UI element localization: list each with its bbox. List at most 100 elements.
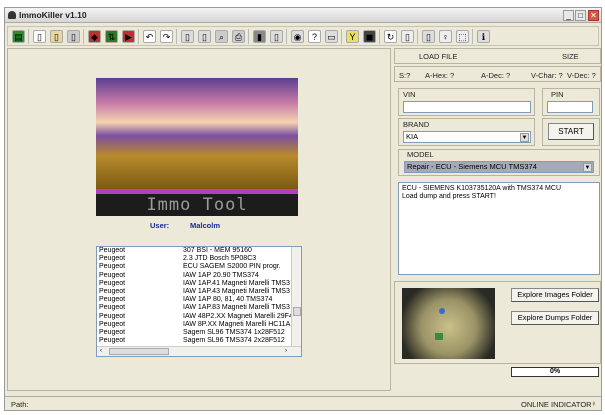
list-model: IAW 8P.XX Magneti Marelli HC11A [183, 320, 291, 328]
ecu-chip [435, 333, 443, 340]
list-model: IAW 1AP.43 Magneti Marelli TMS3 [183, 287, 290, 295]
scroll-left-icon[interactable]: ‹ [100, 347, 102, 356]
list-item[interactable]: Peugeot Sagem SL96 TMS374 2x28F512 [97, 337, 301, 345]
toolbar-separator [28, 29, 29, 44]
window-title: ImmoKiller v1.10 [19, 10, 87, 20]
s-value: S:? [399, 71, 411, 80]
refresh-icon[interactable]: ↻ [384, 30, 397, 43]
vin-input[interactable] [403, 101, 531, 113]
explore-images-button[interactable]: Explore Images Folder [511, 288, 599, 302]
start-button[interactable]: START [548, 123, 594, 140]
maximize-button[interactable]: □ [575, 10, 586, 21]
info-icon[interactable]: ℹ [477, 30, 490, 43]
list-brand: Peugeot [99, 328, 126, 336]
list-item[interactable]: Peugeot IAW 1AP 20.90 TMS374 [97, 272, 301, 280]
write-icon[interactable]: ▶ [122, 30, 135, 43]
list-model: IAW 1AP.83 Magneti Marelli TMS3 [183, 304, 290, 312]
list-item[interactable]: Peugeot IAW 8P.XX Magneti Marelli HC11A [97, 321, 301, 329]
toolbar-separator [138, 29, 139, 44]
pin-icon[interactable]: ♀ [439, 30, 452, 43]
page-icon[interactable]: ▯ [422, 30, 435, 43]
close-button[interactable]: ✕ [588, 10, 599, 21]
chip-icon[interactable]: ◼ [363, 30, 376, 43]
copy-icon[interactable]: ▯ [181, 30, 194, 43]
list-model: 307 BSI - MEM 95160 [183, 247, 252, 254]
find-icon[interactable]: ⌕ [215, 30, 228, 43]
start-group: START [542, 118, 600, 146]
scroll-thumb[interactable] [293, 307, 301, 316]
v-char-value: V-Char: ? [531, 71, 563, 80]
app-window: ImmoKiller v1.10 _ □ ✕ ▤ ▯ ▯ ▯ ◆ ⇅ ▶ ↶ ↷ ▯ ▯ ⌕ ⎙ ▮ ▯ ◉?… [4, 7, 602, 411]
select-icon[interactable]: ⬚ [456, 30, 469, 43]
list-brand: Peugeot [99, 247, 126, 254]
list-item[interactable]: Peugeot IAW 1AP.83 Magneti Marelli TMS3 [97, 304, 301, 312]
list-item[interactable]: Peugeot ECU SAGEM S2000 PIN progr. [97, 263, 301, 271]
chevron-down-icon[interactable]: ▼ [583, 163, 592, 172]
size-label: SIZE [562, 52, 579, 61]
split-icon[interactable]: ▯ [401, 30, 414, 43]
pin-input[interactable] [547, 101, 593, 113]
horizontal-scrollbar[interactable]: ‹ › [97, 346, 301, 356]
list-item[interactable]: Peugeot IAW 48P2.XX Magneti Marelli 29F4 [97, 313, 301, 321]
calculator-icon[interactable]: ▮ [253, 30, 266, 43]
list-item[interactable]: Peugeot 307 BSI - MEM 95160 [97, 247, 301, 255]
tools-icon[interactable]: Y [346, 30, 359, 43]
list-brand: Peugeot [99, 255, 126, 263]
banner-image [96, 78, 298, 189]
minimize-button[interactable]: _ [563, 10, 574, 21]
read-icon[interactable]: ◆ [88, 30, 101, 43]
vertical-scrollbar[interactable] [291, 247, 301, 346]
book-icon[interactable]: ▭ [325, 30, 338, 43]
hex-icon[interactable]: ◉ [291, 30, 304, 43]
list-brand: Peugeot [99, 296, 126, 304]
list-item[interactable]: Peugeot IAW 1AP 80, 81, 40 TMS374 [97, 296, 301, 304]
chevron-down-icon[interactable]: ▼ [520, 133, 529, 142]
title-bar: ImmoKiller v1.10 _ □ ✕ [5, 8, 601, 23]
vin-group: VIN [398, 88, 535, 116]
list-item[interactable]: Peugeot IAW 1AP.43 Magneti Marelli TMS3 [97, 288, 301, 296]
list-brand: Peugeot [99, 312, 126, 320]
device-icon[interactable]: ▯ [270, 30, 283, 43]
toolbar-separator [176, 29, 177, 44]
redo-icon[interactable]: ↷ [160, 30, 173, 43]
list-model: IAW 1AP 80, 81, 40 TMS374 [183, 296, 273, 304]
undo-icon[interactable]: ↶ [143, 30, 156, 43]
brand-select[interactable]: KIA ▼ [403, 131, 531, 143]
list-brand: Peugeot [99, 263, 126, 271]
load-file-label[interactable]: LOAD FILE [419, 52, 457, 61]
toolbar-separator [248, 29, 249, 44]
print-icon[interactable]: ⎙ [232, 30, 245, 43]
model-group: MODEL Repair - ECU - Siemens MCU TMS374 … [398, 149, 600, 176]
user-label: User: [150, 221, 170, 230]
paste-icon[interactable]: ▯ [198, 30, 211, 43]
model-list[interactable]: Peugeot 307 BSI - MEM 95160 Peugeot 2.3 JTD… [96, 246, 302, 357]
list-model: ECU SAGEM S2000 PIN progr. [183, 263, 281, 271]
list-item[interactable]: Peugeot 2.3 JTD Bosch 5P08C3 [97, 255, 301, 263]
a-hex-value: A-Hex: ? [425, 71, 455, 80]
list-model: IAW 1AP.41 Magneti Marelli TMS3 [183, 279, 290, 287]
progress-label: 0% [549, 368, 561, 375]
explore-dumps-button[interactable]: Explore Dumps Folder [511, 311, 599, 325]
list-model: IAW 48P2.XX Magneti Marelli 29F4 [183, 312, 293, 320]
toolbar-separator [379, 29, 380, 44]
info-textarea[interactable]: ECU - SIEMENS K103735120A with TMS374 MC… [398, 182, 600, 275]
open-icon[interactable]: ▯ [50, 30, 63, 43]
brand-label: BRAND [403, 120, 430, 129]
scroll-thumb[interactable] [109, 348, 169, 355]
help-icon[interactable]: ? [308, 30, 321, 43]
ecu-component [439, 308, 445, 314]
model-select[interactable]: Repair - ECU - Siemens MCU TMS374 ▼ [404, 161, 594, 173]
lightbulb-icon: ♀ [591, 399, 597, 408]
model-label: MODEL [407, 150, 434, 159]
user-name: Malcolm [190, 221, 221, 230]
list-item[interactable]: Peugeot IAW 1AP.41 Magneti Marelli TMS3 [97, 280, 301, 288]
new-file-icon[interactable]: ▯ [33, 30, 46, 43]
immo-tool-logo: Immo Tool [96, 194, 298, 216]
memory-icon[interactable]: ▤ [12, 30, 25, 43]
save-icon[interactable]: ▯ [67, 30, 80, 43]
info-line: ECU - SIEMENS K103735120A with TMS374 MC… [402, 185, 561, 192]
list-item[interactable]: Peugeot Sagem SL96 TMS374 1x28F512 [97, 329, 301, 337]
scroll-right-icon[interactable]: › [285, 347, 287, 356]
transfer-icon[interactable]: ⇅ [105, 30, 118, 43]
toolbar-separator [417, 29, 418, 44]
